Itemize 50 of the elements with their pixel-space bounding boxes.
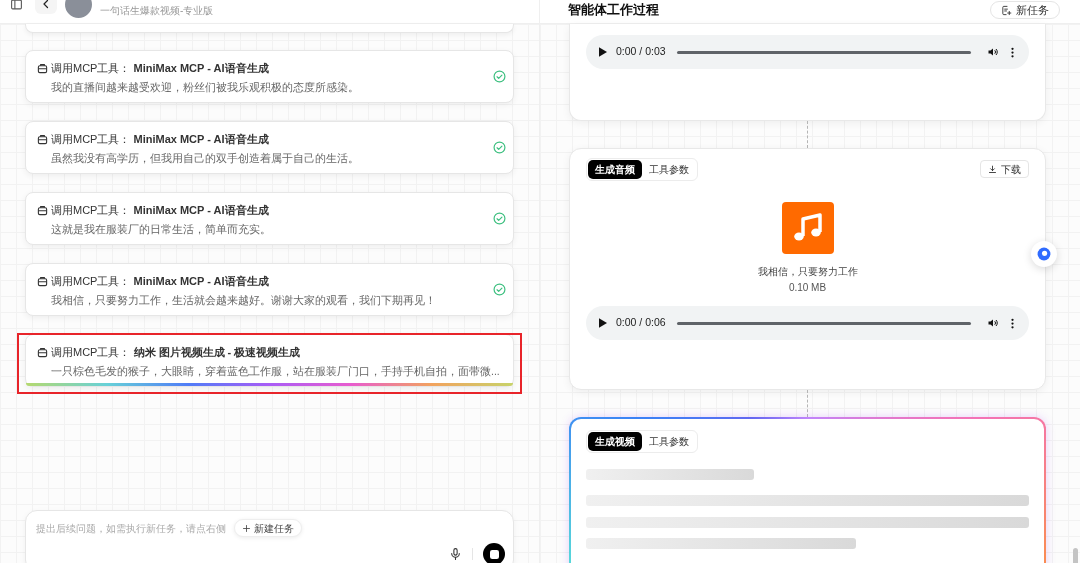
file-name: 我相信，只要努力工作 [757,265,858,279]
download-button[interactable]: 下载 [980,160,1029,178]
playback-time: 0:00 / 0:06 [616,315,666,331]
tool-call-text: 虽然我没有高学历，但我用自己的双手创造着属于自己的生活。 [50,151,359,166]
document-plus-icon [1001,4,1012,16]
briefcase-icon [37,133,48,145]
stop-icon [489,549,499,559]
tab[interactable]: 生成视频 [588,432,642,451]
message-input[interactable]: 提出后续问题，如需执行新任务，请点右侧 [36,519,230,537]
progress-track[interactable] [676,50,971,54]
audio-player[interactable]: 0:00 / 0:03 [586,35,1029,69]
briefcase-icon [37,346,48,358]
new-task-button[interactable]: 新任务 [990,1,1060,19]
tool-call-title: 调用MCP工具： 纳米 图片视频生成 - 极速视频生成 [51,345,301,360]
briefcase-icon [37,275,48,287]
stop-button[interactable] [483,543,505,563]
ring-icon [1037,247,1051,261]
tab[interactable]: 生成音频 [588,160,642,179]
more-vertical-icon[interactable] [1011,46,1014,58]
tab[interactable]: 工具参数 [642,160,696,179]
scrollbar-thumb[interactable] [1073,548,1078,563]
tool-call-text: 我的直播间越来越受欢迎，粉丝们被我乐观积极的态度所感染。 [50,80,359,95]
tool-call-text: 一只棕色毛发的猴子，大眼睛，穿着蓝色工作服，站在服装厂门口，手持手机自拍，面带微... [50,364,500,379]
download-icon [988,164,997,174]
panel-title: 智能体工作过程 [568,2,659,18]
tool-call-text: 这就是我在服装厂的日常生活，简单而充实。 [50,222,271,237]
briefcase-icon [37,62,48,74]
subtitle: 一句话生爆款视频-专业版 [100,3,214,18]
new-task-button[interactable]: 新建任务 [234,519,302,537]
file-size: 0.10 MB [788,281,827,295]
progress-track[interactable] [676,321,971,325]
play-icon[interactable] [599,318,607,328]
more-vertical-icon[interactable] [1011,317,1014,329]
volume-icon[interactable] [987,46,999,58]
play-icon[interactable] [599,47,607,57]
tool-call-title: 调用MCP工具： MiniMax MCP - AI语音生成 [51,274,269,289]
tool-call-title: 调用MCP工具： MiniMax MCP - AI语音生成 [51,203,269,218]
plus-icon [242,523,251,533]
microphone-icon[interactable] [449,547,462,561]
music-note-icon [781,202,834,254]
playback-time: 0:00 / 0:03 [616,44,666,60]
audio-player[interactable]: 0:00 / 0:06 [586,306,1029,340]
sidebar-toggle-icon[interactable] [10,0,23,11]
tool-call-text: 我相信，只要努力工作，生活就会越来越好。谢谢大家的观看，我们下期再见！ [50,293,436,308]
tool-call-title: 调用MCP工具： MiniMax MCP - AI语音生成 [51,61,269,76]
back-button[interactable] [35,0,57,14]
volume-icon[interactable] [987,317,999,329]
tab[interactable]: 工具参数 [642,432,696,451]
tool-call-title: 调用MCP工具： MiniMax MCP - AI语音生成 [51,132,269,147]
briefcase-icon [37,204,48,216]
